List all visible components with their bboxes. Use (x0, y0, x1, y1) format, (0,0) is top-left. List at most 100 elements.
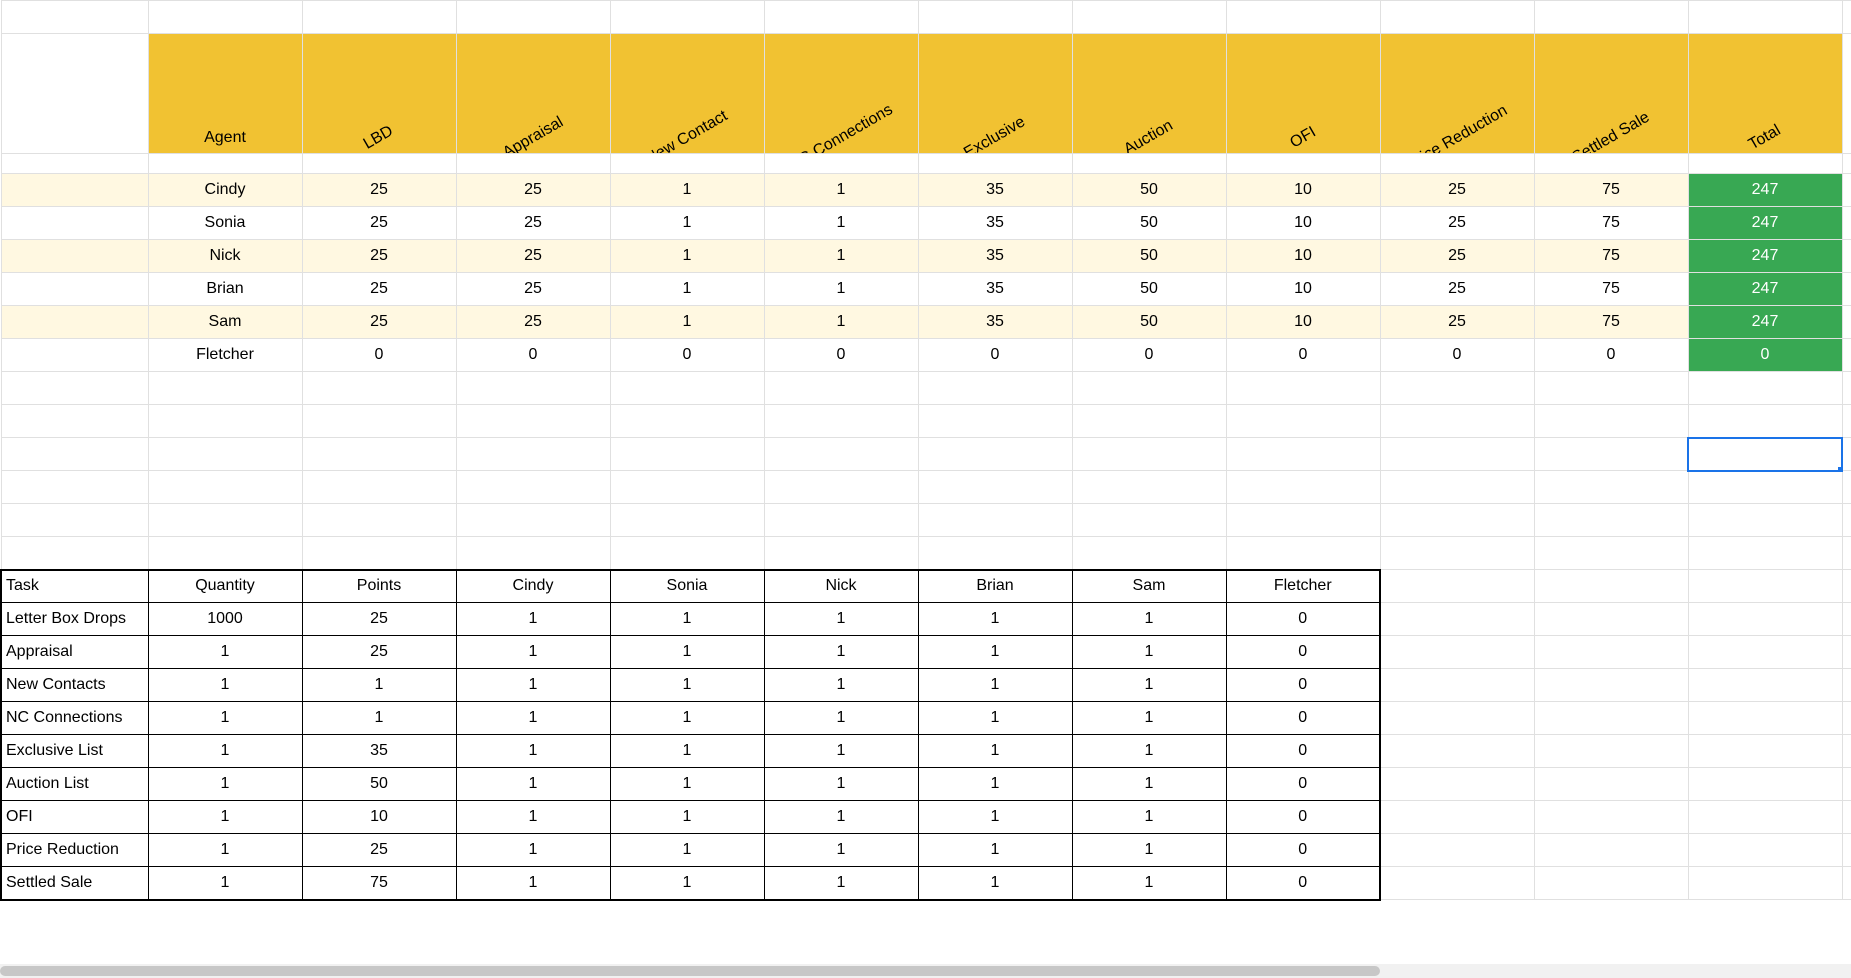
cell[interactable] (1534, 438, 1688, 471)
task-cell[interactable]: 0 (1226, 867, 1380, 900)
cell[interactable] (1226, 537, 1380, 570)
task-cell[interactable]: Exclusive List (1, 735, 148, 768)
task-cell[interactable]: 25 (302, 834, 456, 867)
cell[interactable] (764, 1, 918, 34)
task-cell[interactable]: 1 (1072, 867, 1226, 900)
cell[interactable] (1534, 768, 1688, 801)
task-cell[interactable]: 0 (1226, 636, 1380, 669)
cell[interactable] (1534, 1, 1688, 34)
spreadsheet-grid[interactable]: Agent LBD Appraisal New Contact NC Conne… (0, 0, 1851, 901)
agent-row[interactable]: Fletcher0000000000 (1, 339, 1851, 372)
agent-name-cell[interactable]: Cindy (148, 174, 302, 207)
task-cell[interactable]: Settled Sale (1, 867, 148, 900)
cell[interactable] (1688, 471, 1842, 504)
task-cell[interactable]: 1 (1072, 702, 1226, 735)
cell[interactable] (1, 471, 148, 504)
cell[interactable] (1534, 669, 1688, 702)
cell[interactable] (1842, 405, 1851, 438)
task-cell[interactable]: 75 (302, 867, 456, 900)
task-cell[interactable]: 1 (918, 801, 1072, 834)
value-cell[interactable]: 25 (302, 207, 456, 240)
cell[interactable] (1842, 636, 1851, 669)
task-cell[interactable]: 25 (302, 636, 456, 669)
value-cell[interactable]: 75 (1534, 273, 1688, 306)
cell[interactable] (1, 537, 148, 570)
task-cell[interactable]: 1 (148, 768, 302, 801)
value-cell[interactable]: 10 (1226, 306, 1380, 339)
header-appraisal[interactable]: Appraisal (456, 34, 610, 154)
task-cell[interactable]: 1 (610, 636, 764, 669)
value-cell[interactable]: 50 (1072, 207, 1226, 240)
cell[interactable] (456, 1, 610, 34)
cell[interactable] (1688, 372, 1842, 405)
task-header-cell[interactable]: Sonia (610, 570, 764, 603)
total-cell[interactable]: 247 (1688, 240, 1842, 273)
cell[interactable] (764, 504, 918, 537)
task-cell[interactable]: 1 (610, 735, 764, 768)
cell[interactable] (1534, 570, 1688, 603)
value-cell[interactable]: 35 (918, 240, 1072, 273)
cell[interactable] (1380, 372, 1534, 405)
cell[interactable] (918, 1, 1072, 34)
value-cell[interactable]: 35 (918, 207, 1072, 240)
value-cell[interactable]: 75 (1534, 207, 1688, 240)
cell[interactable] (1534, 834, 1688, 867)
task-cell[interactable]: 1 (918, 702, 1072, 735)
task-row[interactable]: OFI110111110 (1, 801, 1851, 834)
row-blank-top[interactable] (1, 1, 1851, 34)
cell[interactable] (1688, 702, 1842, 735)
cell[interactable] (1, 504, 148, 537)
task-cell[interactable]: 1 (302, 702, 456, 735)
cell[interactable] (1380, 801, 1534, 834)
cell[interactable] (1226, 471, 1380, 504)
cell[interactable] (1842, 240, 1851, 273)
value-cell[interactable]: 1 (610, 207, 764, 240)
task-row[interactable]: Auction List150111110 (1, 768, 1851, 801)
task-cell[interactable]: 1 (918, 867, 1072, 900)
cell[interactable] (1226, 154, 1380, 174)
value-cell[interactable]: 1 (764, 207, 918, 240)
cell[interactable] (918, 504, 1072, 537)
task-cell[interactable]: OFI (1, 801, 148, 834)
task-cell[interactable]: 1 (1072, 669, 1226, 702)
task-cell[interactable]: 1 (1072, 603, 1226, 636)
cell[interactable] (918, 154, 1072, 174)
agent-name-cell[interactable]: Sonia (148, 207, 302, 240)
cell[interactable] (1842, 154, 1851, 174)
value-cell[interactable]: 25 (302, 306, 456, 339)
value-cell[interactable]: 25 (302, 174, 456, 207)
cell[interactable] (1842, 702, 1851, 735)
value-cell[interactable]: 35 (918, 174, 1072, 207)
total-cell[interactable]: 247 (1688, 174, 1842, 207)
value-cell[interactable]: 25 (456, 240, 610, 273)
cell[interactable] (1688, 504, 1842, 537)
task-cell[interactable]: 1 (456, 867, 610, 900)
value-cell[interactable]: 25 (456, 174, 610, 207)
cell[interactable] (148, 405, 302, 438)
value-cell[interactable]: 0 (610, 339, 764, 372)
task-cell[interactable]: NC Connections (1, 702, 148, 735)
cell[interactable] (1380, 867, 1534, 900)
cell[interactable] (148, 372, 302, 405)
task-cell[interactable]: 1 (610, 768, 764, 801)
cell[interactable] (148, 154, 302, 174)
cell[interactable] (1842, 273, 1851, 306)
task-header-cell[interactable]: Fletcher (1226, 570, 1380, 603)
cell[interactable] (1, 405, 148, 438)
cell[interactable] (1842, 603, 1851, 636)
cell[interactable] (764, 438, 918, 471)
task-header-cell[interactable]: Cindy (456, 570, 610, 603)
total-cell[interactable]: 247 (1688, 207, 1842, 240)
header-nc-connections[interactable]: NC Connections (764, 34, 918, 154)
value-cell[interactable]: 25 (456, 207, 610, 240)
task-cell[interactable]: 1 (918, 636, 1072, 669)
agent-name-cell[interactable]: Brian (148, 273, 302, 306)
task-cell[interactable]: 1 (610, 867, 764, 900)
cell[interactable] (1842, 768, 1851, 801)
cell[interactable] (1380, 603, 1534, 636)
task-cell[interactable]: 1 (918, 669, 1072, 702)
cell[interactable] (1842, 438, 1851, 471)
cell[interactable] (1380, 735, 1534, 768)
cell[interactable] (610, 372, 764, 405)
cell[interactable] (1380, 154, 1534, 174)
